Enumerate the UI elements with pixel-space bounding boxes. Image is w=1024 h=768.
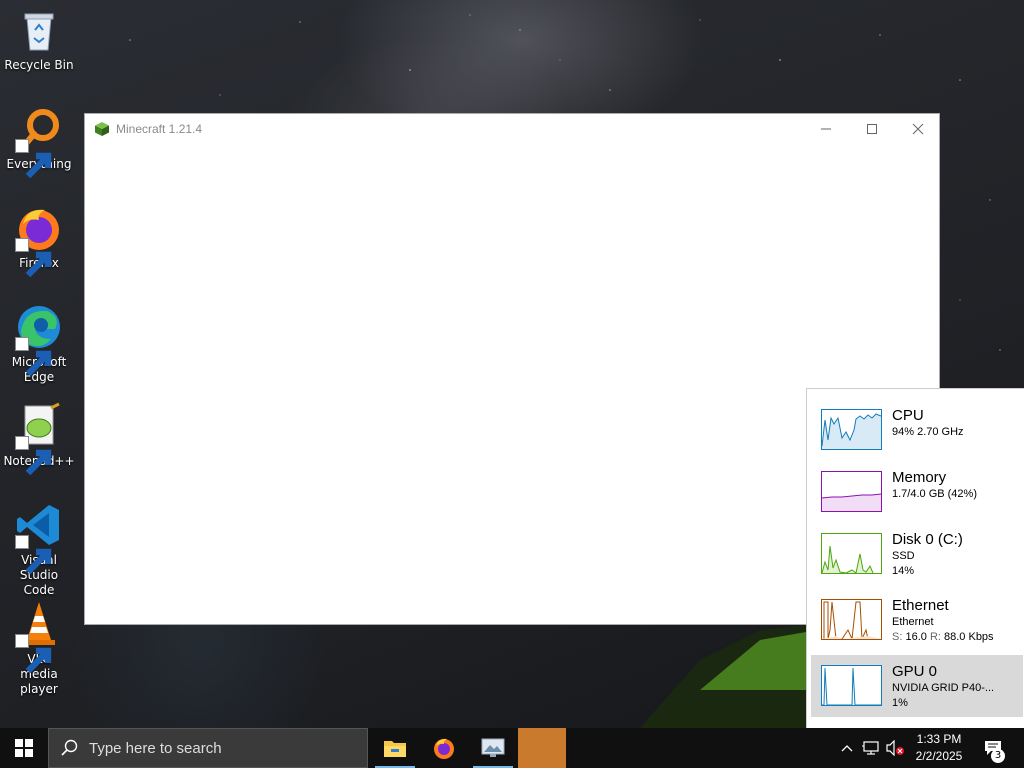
memory-graph [821, 471, 882, 512]
volume-muted-icon [886, 740, 904, 756]
desktop-icon-label: Recycle Bin [4, 58, 74, 72]
task-manager-performance-panel: CPU 94% 2.70 GHz Memory 1.7/4.0 GB (42%)… [806, 388, 1024, 728]
search-icon [61, 739, 78, 756]
perf-throughput: S: 16.0 R: 88.0 Kbps [892, 630, 994, 645]
clock-time: 1:33 PM [916, 732, 962, 746]
action-center-button[interactable] [978, 728, 1008, 768]
maximize-icon [867, 124, 877, 134]
folder-icon [384, 741, 406, 757]
perf-item-memory[interactable]: Memory 1.7/4.0 GB (42%) [811, 461, 1023, 523]
vlc-cone-icon [15, 600, 63, 674]
taskbar-remote-app[interactable] [469, 728, 517, 768]
taskbar-minecraft-active[interactable] [518, 728, 566, 768]
taskbar-file-explorer[interactable] [371, 728, 419, 768]
perf-title: GPU 0 [892, 663, 938, 680]
minimize-icon [821, 128, 831, 130]
shortcut-arrow-icon [15, 139, 52, 179]
taskbar: 1:33 PM 2/2/2025 3 [0, 728, 1024, 768]
taskbar-firefox[interactable] [420, 728, 468, 768]
network-tray-button[interactable] [860, 728, 882, 768]
maximize-button[interactable] [849, 114, 895, 144]
close-icon [912, 123, 924, 135]
search-input[interactable] [89, 739, 339, 757]
vscode-icon [15, 501, 63, 575]
cpu-graph [821, 409, 882, 450]
shortcut-arrow-icon [15, 436, 52, 476]
clock-date: 2/2/2025 [915, 749, 963, 763]
windows-logo-icon [15, 739, 33, 757]
perf-value: NVIDIA GRID P40-... [892, 682, 995, 694]
desktop-icon-recycle-bin[interactable]: Recycle Bin [2, 6, 76, 73]
perf-item-ethernet[interactable]: Ethernet Ethernet S: 16.0 R: 88.0 Kbps [811, 589, 1023, 651]
shortcut-arrow-icon [15, 535, 52, 575]
perf-title: Disk 0 (C:) [892, 531, 963, 548]
close-button[interactable] [895, 114, 941, 144]
volume-tray-button[interactable] [884, 728, 906, 768]
perf-value: 14% [892, 565, 915, 577]
notepadpp-icon [15, 402, 63, 476]
taskbar-search-box[interactable] [48, 728, 368, 768]
firefox-icon [434, 738, 454, 759]
recv-label: R: [929, 631, 941, 643]
taskbar-clock[interactable]: 1:33 PM 2/2/2025 [904, 731, 974, 765]
disk-graph [821, 533, 882, 574]
desktop-icon-edge[interactable]: Microsoft Edge [2, 303, 76, 385]
desktop-icon-vlc[interactable]: VLC media player [2, 600, 76, 697]
perf-item-gpu[interactable]: GPU 0 NVIDIA GRID P40-... 1% [811, 655, 1023, 717]
window-title: Minecraft 1.21.4 [116, 122, 203, 136]
desktop-icon-firefox[interactable]: Firefox [2, 204, 76, 278]
perf-title: Ethernet [892, 597, 949, 614]
recv-value: 88.0 Kbps [944, 631, 994, 643]
perf-value: SSD [892, 550, 915, 562]
edge-icon [15, 303, 63, 377]
perf-item-cpu[interactable]: CPU 94% 2.70 GHz [811, 399, 1023, 461]
show-hidden-icons-button[interactable] [838, 728, 856, 768]
monitor-image-icon [481, 738, 505, 757]
perf-title: Memory [892, 469, 947, 486]
gpu-graph [821, 665, 882, 706]
everything-search-icon [15, 105, 63, 179]
perf-title: CPU [892, 407, 924, 424]
shortcut-arrow-icon [15, 238, 52, 278]
perf-value: 1.7/4.0 GB (42%) [892, 488, 977, 500]
send-value: 16.0 [905, 631, 927, 643]
ethernet-graph [821, 599, 882, 640]
minimize-button[interactable] [803, 114, 849, 144]
send-label: S: [892, 631, 903, 643]
recycle-bin-icon [15, 6, 63, 54]
desktop-icon-notepadpp[interactable]: Notepad++ [2, 402, 76, 476]
network-wired-icon [862, 741, 879, 755]
desktop-icon-vscode[interactable]: Visual Studio Code [2, 501, 76, 598]
perf-value: 94% 2.70 GHz [892, 426, 964, 438]
firefox-icon [15, 204, 63, 278]
perf-item-disk[interactable]: Disk 0 (C:) SSD 14% [811, 523, 1023, 585]
start-button[interactable] [0, 728, 48, 768]
shortcut-arrow-icon [15, 337, 52, 377]
minecraft-grass-block-icon [95, 122, 109, 136]
notification-count-badge: 3 [991, 749, 1005, 763]
perf-value: 1% [892, 697, 908, 709]
desktop-icon-everything[interactable]: Everything [2, 105, 76, 179]
perf-value: Ethernet [892, 616, 934, 628]
chevron-up-icon [841, 745, 853, 752]
shortcut-arrow-icon [15, 634, 52, 674]
